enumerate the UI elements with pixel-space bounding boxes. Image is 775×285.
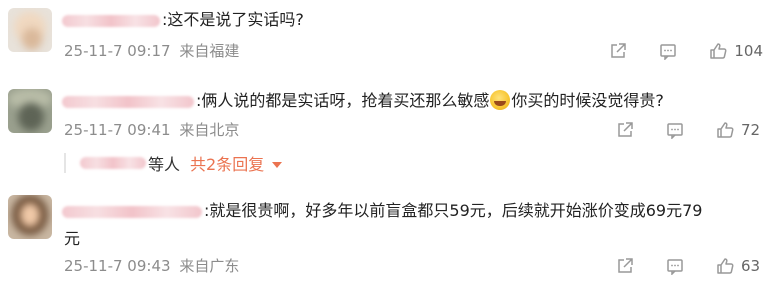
share-icon[interactable] <box>616 257 634 275</box>
comment-3: :就是很贵啊，好多年以前盲盒都只59元，后续就开始涨价变成69元79 元 25-… <box>0 190 775 285</box>
avatar[interactable] <box>8 195 52 239</box>
comment-text: :就是很贵啊，好多年以前盲盒都只59元，后续就开始涨价变成69元79 <box>62 200 702 222</box>
comment-icon[interactable] <box>659 42 677 60</box>
like-count: 63 <box>741 257 761 275</box>
username[interactable] <box>62 14 160 27</box>
replies-summary[interactable]: 等人 共2条回复 <box>64 151 283 175</box>
comment-meta: 25-11-7 09:41 来自北京 <box>64 120 239 140</box>
comment-icon[interactable] <box>666 121 684 139</box>
comment-icon[interactable] <box>666 257 684 275</box>
comment-text: :这不是说了实话吗? <box>62 9 304 31</box>
thumbs-up-icon[interactable] <box>716 121 734 139</box>
view-replies-link[interactable]: 共2条回复 <box>190 151 283 175</box>
location: 来自广东 <box>179 257 240 275</box>
location: 来自北京 <box>179 121 240 139</box>
laughing-emoji-icon <box>490 90 511 110</box>
thumbs-up-icon[interactable] <box>716 257 734 275</box>
comment-actions: 63 <box>616 256 763 276</box>
comment-actions: 72 <box>616 120 763 140</box>
comment-body-cont: 元 <box>64 229 81 248</box>
avatar[interactable] <box>8 89 52 133</box>
comment-text-line2: 元 <box>64 228 80 250</box>
username[interactable] <box>62 205 202 218</box>
comment-body: :就是很贵啊，好多年以前盲盒都只59元，后续就开始涨价变成69元79 <box>204 201 703 220</box>
comment-1: :这不是说了实话吗? 25-11-7 09:17 来自福建 104 <box>0 0 775 75</box>
reply-usernames[interactable] <box>80 157 146 169</box>
comment-meta: 25-11-7 09:17 来自福建 <box>64 41 239 61</box>
share-icon[interactable] <box>609 42 627 60</box>
thumbs-up-icon[interactable] <box>709 42 727 60</box>
comment-meta: 25-11-7 09:43 来自广东 <box>64 256 239 276</box>
comment-actions: 104 <box>609 41 763 61</box>
timestamp: 25-11-7 09:17 <box>64 42 171 60</box>
replies-suffix: 等人 <box>148 155 181 174</box>
triangle-down-icon <box>272 162 283 168</box>
comment-body: :俩人说的都是实话呀，抢着买还那么敏感 <box>196 91 490 110</box>
location: 来自福建 <box>179 42 240 60</box>
username[interactable] <box>62 95 194 108</box>
comment-body: :这不是说了实话吗? <box>162 10 304 29</box>
timestamp: 25-11-7 09:41 <box>64 121 171 139</box>
comment-body-cont: 你买的时候没觉得贵? <box>511 91 664 110</box>
comment-text: :俩人说的都是实话呀，抢着买还那么敏感 你买的时候没觉得贵? <box>62 90 664 112</box>
timestamp: 25-11-7 09:43 <box>64 257 171 275</box>
like-count: 72 <box>741 121 761 139</box>
avatar[interactable] <box>8 8 52 52</box>
share-icon[interactable] <box>616 121 634 139</box>
reply-divider <box>64 153 66 173</box>
view-replies-label: 共2条回复 <box>190 155 265 174</box>
like-count: 104 <box>734 42 763 60</box>
